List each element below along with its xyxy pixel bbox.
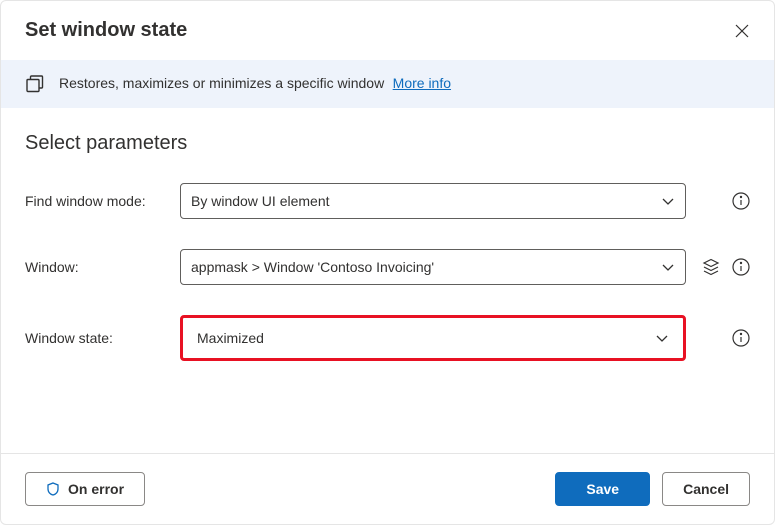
dialog-title: Set window state xyxy=(25,19,187,42)
section-title: Select parameters xyxy=(25,132,750,155)
dialog-footer: On error Save Cancel xyxy=(1,453,774,524)
more-info-link[interactable]: More info xyxy=(393,75,451,91)
label-window: Window: xyxy=(25,259,180,275)
dialog-content: Select parameters Find window mode: By w… xyxy=(1,108,774,453)
dropdown-window-state-value: Maximized xyxy=(197,330,264,346)
dropdown-find-mode[interactable]: By window UI element xyxy=(180,183,686,219)
chevron-down-icon xyxy=(661,260,675,274)
row-actions-find-mode xyxy=(700,192,750,210)
label-window-state: Window state: xyxy=(25,330,180,346)
dialog-header: Set window state xyxy=(1,1,774,60)
info-banner: Restores, maximizes or minimizes a speci… xyxy=(1,60,774,108)
row-window: Window: appmask > Window 'Contoso Invoic… xyxy=(25,249,750,285)
window-restore-icon xyxy=(25,74,45,94)
label-find-mode: Find window mode: xyxy=(25,193,180,209)
dropdown-window[interactable]: appmask > Window 'Contoso Invoicing' xyxy=(180,249,686,285)
chevron-down-icon xyxy=(655,331,669,345)
info-icon[interactable] xyxy=(732,192,750,210)
shield-icon xyxy=(46,482,60,496)
info-icon[interactable] xyxy=(732,329,750,347)
info-icon[interactable] xyxy=(732,258,750,276)
save-label: Save xyxy=(586,481,619,497)
layers-icon[interactable] xyxy=(702,258,720,276)
dropdown-window-value: appmask > Window 'Contoso Invoicing' xyxy=(191,259,434,275)
banner-text-wrap: Restores, maximizes or minimizes a speci… xyxy=(59,75,451,93)
on-error-button[interactable]: On error xyxy=(25,472,145,506)
row-actions-window xyxy=(700,258,750,276)
banner-text: Restores, maximizes or minimizes a speci… xyxy=(59,75,384,91)
dropdown-find-mode-value: By window UI element xyxy=(191,193,330,209)
footer-right: Save Cancel xyxy=(555,472,750,506)
row-actions-window-state xyxy=(700,329,750,347)
cancel-button[interactable]: Cancel xyxy=(662,472,750,506)
row-window-state: Window state: Maximized xyxy=(25,315,750,361)
dropdown-window-state[interactable]: Maximized xyxy=(180,315,686,361)
save-button[interactable]: Save xyxy=(555,472,650,506)
close-icon[interactable] xyxy=(734,23,750,39)
on-error-label: On error xyxy=(68,481,124,497)
cancel-label: Cancel xyxy=(683,481,729,497)
row-find-mode: Find window mode: By window UI element xyxy=(25,183,750,219)
chevron-down-icon xyxy=(661,194,675,208)
